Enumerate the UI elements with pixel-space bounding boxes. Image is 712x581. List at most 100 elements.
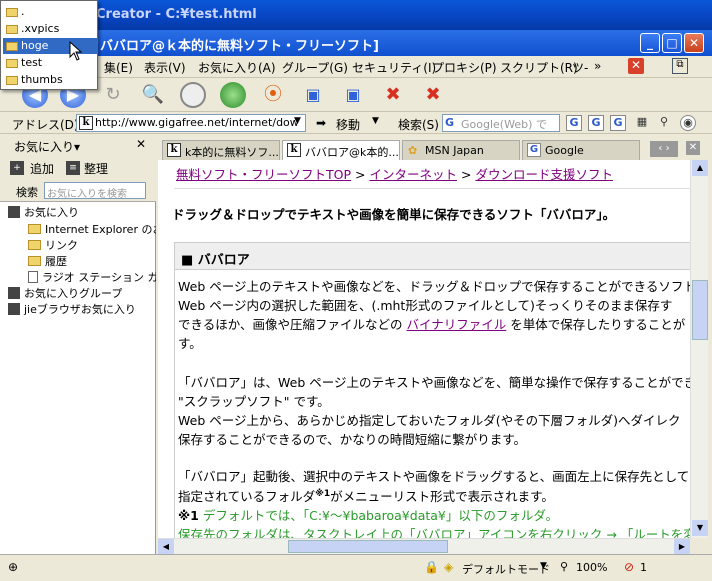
menu-favorites[interactable]: お気に入り(A): [198, 59, 276, 76]
menu-overflow[interactable]: »: [594, 59, 601, 73]
tab-close-icon[interactable]: ✕: [686, 141, 700, 155]
tree-item-groups[interactable]: お気に入りグループ: [8, 285, 122, 301]
favorites-search-input[interactable]: お気に入りを検索: [44, 182, 146, 199]
window-title: Creator - C:¥test.html: [96, 7, 257, 22]
para2-line1: 「ババロア」は、Web ページ上のテキストや画像などを、簡単な操作で保存すること…: [178, 375, 690, 390]
tree-item-favorites[interactable]: お気に入り: [8, 204, 79, 220]
tree-item-jie[interactable]: jieブラウザお気に入り: [8, 301, 136, 317]
google-image-button[interactable]: G: [588, 115, 604, 131]
menu-proxy[interactable]: プロキシ(P): [432, 59, 497, 76]
popup-block-icon[interactable]: [180, 82, 206, 108]
folder-icon: [28, 224, 41, 234]
folder-icon: [6, 8, 18, 17]
close-tab-icon[interactable]: ✕: [628, 58, 644, 74]
sidebar-close-icon[interactable]: ✕: [136, 137, 146, 151]
go-button[interactable]: 移動: [336, 116, 360, 133]
horizontal-scrollbar[interactable]: ◀ ▶: [158, 538, 690, 554]
tab-babaroa[interactable]: k ババロア@k本的...: [282, 140, 400, 160]
close-right-icon[interactable]: ✖: [420, 82, 446, 108]
tab-msn[interactable]: ✿ MSN Japan: [402, 140, 520, 160]
rss-icon[interactable]: ⦿: [260, 82, 286, 108]
menu-script[interactable]: スクリプト(R): [500, 59, 578, 76]
tree-item-label: お気に入り: [24, 206, 79, 219]
scroll-thumb[interactable]: [692, 280, 708, 340]
breadcrumb-internet-link[interactable]: インターネット: [369, 167, 457, 182]
tree-item-label: リンク: [45, 239, 78, 252]
sidebar-tools: + 追加 ≡ 整理: [0, 156, 156, 180]
popup-item-root[interactable]: .: [3, 4, 97, 20]
search-icon[interactable]: 🔍: [140, 82, 166, 108]
mode-status[interactable]: デフォルトモード: [462, 561, 550, 577]
menu-view[interactable]: 表示(V): [144, 59, 186, 76]
status-bar: ⊕ 🔒 ◈ デフォルトモード ▼ ⚲ 100% ⊘ 1: [0, 554, 712, 581]
page-title-bar: ババロア@ｋ本的に無料ソフト・フリーソフト] _ □ ✕: [0, 30, 712, 56]
maximize-button[interactable]: □: [662, 33, 682, 53]
window-icon[interactable]: ⧉: [672, 58, 688, 74]
address-dropdown-icon[interactable]: ▼: [294, 116, 301, 126]
toolbar: ◀ ▶ ↻ 🔍 ⦿ ▣ ▣ ✖ ✖: [0, 78, 712, 112]
site-k-icon: k: [79, 116, 93, 130]
tab-bar: k k本的に無料ソフ... k ババロア@k本的... ✿ MSN Japan G Go…: [158, 138, 712, 160]
find-icon[interactable]: ⚲: [656, 115, 672, 131]
web-search-input[interactable]: G Google(Web) で: [442, 114, 560, 132]
breadcrumb: 無料ソフト・フリーソフトTOP > インターネット > ダウンロード支援ソフト: [176, 164, 613, 183]
binary-file-link[interactable]: バイナリファイル: [407, 317, 507, 332]
sidebar-title[interactable]: お気に入り▾: [14, 138, 80, 155]
tree-item-links[interactable]: リンク: [28, 237, 78, 253]
document-icon: [28, 271, 38, 283]
breadcrumb-top-link[interactable]: 無料ソフト・フリーソフトTOP: [176, 167, 351, 182]
scroll-left-icon[interactable]: ◀: [158, 539, 174, 554]
tab-label: MSN Japan: [425, 144, 484, 157]
hscroll-thumb[interactable]: [288, 540, 448, 553]
go-arrow-icon[interactable]: ➡: [316, 116, 326, 130]
tab-label: Google: [545, 144, 584, 157]
tab-k-hontekini[interactable]: k k本的に無料ソフ...: [162, 140, 280, 160]
organize-icon[interactable]: ≡: [66, 161, 80, 175]
group-icon: [8, 287, 20, 299]
sidebar-search-label: 検索: [16, 186, 38, 199]
google-g-icon: G: [445, 116, 455, 129]
google-news-button[interactable]: G: [610, 115, 626, 131]
breadcrumb-download-link[interactable]: ダウンロード支援ソフト: [475, 167, 613, 182]
close-left-icon[interactable]: ✖: [380, 82, 406, 108]
tree-item-radio[interactable]: ラジオ ステーション ガイ: [28, 269, 156, 285]
zoom-level[interactable]: 100%: [576, 561, 607, 574]
refresh-icon[interactable]: ↻: [100, 82, 126, 108]
scroll-down-icon[interactable]: ▼: [692, 520, 708, 536]
blocked-count[interactable]: 1: [640, 561, 647, 574]
tab-label: ババロア@k本的...: [305, 146, 399, 159]
add-favorite-button[interactable]: 追加: [30, 160, 54, 177]
note-text: デフォルトでは、「C:¥〜¥babaroa¥data¥」以下のフォルダ。: [202, 508, 558, 523]
scroll-right-icon[interactable]: ▶: [674, 539, 690, 554]
window-group-icon[interactable]: ▣: [300, 82, 326, 108]
favorites-icon: [8, 206, 20, 218]
tab-google[interactable]: G Google: [522, 140, 640, 160]
go-dropdown-icon[interactable]: ▼: [372, 116, 379, 126]
address-input[interactable]: k http://www.gigafree.net/internet/dow: [76, 114, 306, 132]
tree-item-label: Internet Explorer のお: [45, 223, 156, 236]
menu-group[interactable]: グループ(G): [282, 59, 348, 76]
google-search-button[interactable]: G: [566, 115, 582, 131]
mode-dropdown-icon[interactable]: ▼: [540, 561, 547, 571]
highlight-icon[interactable]: ◉: [680, 115, 696, 131]
scroll-up-icon[interactable]: ▲: [692, 160, 708, 176]
organize-button[interactable]: 整理: [84, 160, 108, 177]
window-tile-icon[interactable]: ▣: [340, 82, 366, 108]
close-button[interactable]: ✕: [684, 33, 704, 53]
popup-item-thumbs[interactable]: thumbs: [3, 72, 97, 88]
address-url: http://www.gigafree.net/internet/dow: [95, 116, 299, 129]
globe-icon[interactable]: [220, 82, 246, 108]
site-search-icon[interactable]: ▦: [634, 115, 650, 131]
minimize-button[interactable]: _: [640, 33, 660, 53]
menu-security[interactable]: セキュリティ(I): [352, 59, 436, 76]
para1-line1: Web ページ上のテキストや画像などを、ドラッグ＆ドロップで保存することができる…: [178, 279, 690, 294]
menu-edit[interactable]: 集(E): [104, 59, 133, 76]
popup-item-label: .: [21, 5, 25, 18]
vertical-scrollbar[interactable]: ▲ ▼: [690, 160, 708, 538]
popup-item-xvpics[interactable]: .xvpics: [3, 21, 97, 37]
tree-item-history[interactable]: 履歴: [28, 253, 67, 269]
tab-scroll-arrows[interactable]: ‹ ›: [650, 141, 678, 157]
tree-item-ie[interactable]: Internet Explorer のお: [28, 221, 156, 237]
menu-tools[interactable]: ツ-: [572, 59, 588, 76]
add-favorite-icon[interactable]: +: [10, 161, 24, 175]
